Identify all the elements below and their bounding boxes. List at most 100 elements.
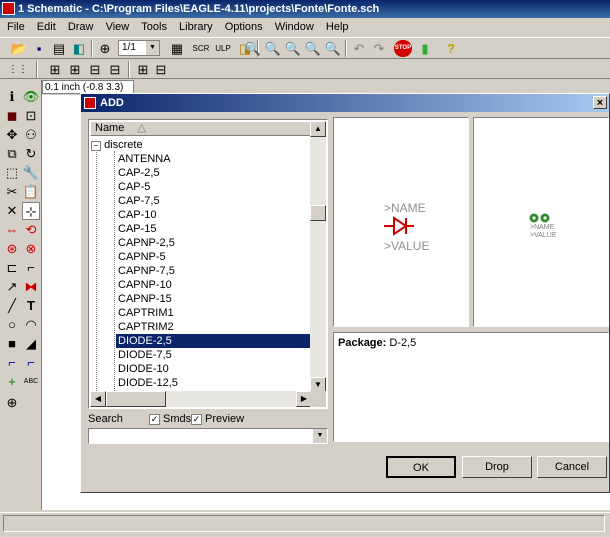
library-tree[interactable]: Name △ − discrete ANTENNA CAP-2,5 CAP-5 … xyxy=(88,119,328,409)
miter-icon[interactable]: ↗ xyxy=(3,278,21,296)
polygon-icon[interactable]: ◢ xyxy=(22,335,40,353)
menu-draw[interactable]: Draw xyxy=(68,21,94,33)
gateswap-icon[interactable]: ⊛ xyxy=(3,240,21,258)
pinswap-icon[interactable]: ⇔ xyxy=(3,221,21,239)
wire-icon[interactable]: ╱ xyxy=(3,297,21,315)
tree-item[interactable]: ANTENNA xyxy=(118,152,171,166)
board-icon[interactable]: ▦ xyxy=(168,40,186,57)
name-icon[interactable]: ⊗ xyxy=(22,240,40,258)
bus-icon[interactable]: ⌐ xyxy=(3,354,21,372)
tree-item[interactable]: DIODE-12,5 xyxy=(118,376,178,390)
mark-icon[interactable]: ⊡ xyxy=(22,107,40,125)
tree-item[interactable]: DIODE-7,5 xyxy=(118,348,172,362)
preview-checkbox[interactable]: ✓ xyxy=(191,414,202,425)
sheet-icon[interactable]: ⊕ xyxy=(96,40,114,57)
chevron-down-icon[interactable]: ▼ xyxy=(313,429,327,443)
hscroll-thumb[interactable] xyxy=(106,391,166,407)
tree-column-header[interactable]: Name △ xyxy=(90,121,312,136)
menu-view[interactable]: View xyxy=(106,21,130,33)
info-icon[interactable]: ℹ xyxy=(3,88,21,106)
go-icon[interactable]: ▮ xyxy=(416,40,434,57)
value-icon[interactable]: ⊏ xyxy=(3,259,21,277)
menu-tools[interactable]: Tools xyxy=(141,21,167,33)
tree-item[interactable]: CAP-5 xyxy=(118,180,150,194)
ulp-icon[interactable]: ULP xyxy=(214,40,232,57)
junction-icon[interactable]: + xyxy=(3,373,21,391)
mirror-icon[interactable]: ⧉ xyxy=(3,145,21,163)
display-icon[interactable]: ◼ xyxy=(3,107,21,125)
delete-icon[interactable]: ✕ xyxy=(3,202,21,220)
arc-icon[interactable]: ◠ xyxy=(22,316,40,334)
layer-display-icon[interactable]: ⊞ xyxy=(46,61,64,78)
tree-item[interactable]: CAPNP-7,5 xyxy=(118,264,175,278)
tree-item[interactable]: CAPNP-2,5 xyxy=(118,236,175,250)
sheet-select[interactable]: 1/1 ▼ xyxy=(118,40,160,56)
text-icon[interactable]: T xyxy=(22,297,40,315)
tree-item[interactable]: CAP-10 xyxy=(118,208,157,222)
layer-both-icon[interactable]: ⊟ xyxy=(106,61,124,78)
grid-on-icon[interactable]: ⊞ xyxy=(134,61,152,78)
chevron-down-icon[interactable]: ▼ xyxy=(146,41,159,55)
change-icon[interactable]: 🔧 xyxy=(22,164,40,182)
close-icon[interactable]: × xyxy=(593,96,607,109)
zoom-in-icon[interactable]: 🔍 xyxy=(264,40,282,57)
save-icon[interactable]: ▪ xyxy=(30,40,48,57)
add-icon[interactable]: ⊹ xyxy=(22,202,40,220)
cut-icon[interactable]: ✂ xyxy=(3,183,21,201)
scroll-left-icon[interactable]: ◀ xyxy=(90,391,106,407)
grid-off-icon[interactable]: ⊟ xyxy=(152,61,170,78)
layer-bottom-icon[interactable]: ⊟ xyxy=(86,61,104,78)
tree-item[interactable]: CAPNP-10 xyxy=(118,278,172,292)
scroll-up-icon[interactable]: ▲ xyxy=(310,121,326,137)
redo-icon[interactable]: ↷ xyxy=(370,40,388,57)
menu-options[interactable]: Options xyxy=(225,21,263,33)
menu-help[interactable]: Help xyxy=(326,21,349,33)
tree-root[interactable]: − discrete xyxy=(91,138,143,152)
menu-library[interactable]: Library xyxy=(179,21,213,33)
cam-processor-icon[interactable]: ◧ xyxy=(70,40,88,57)
tree-item[interactable]: CAPNP-15 xyxy=(118,292,172,306)
replace-icon[interactable]: ⟲ xyxy=(22,221,40,239)
print-icon[interactable]: ▤ xyxy=(50,40,68,57)
copy-icon[interactable]: ⚇ xyxy=(22,126,40,144)
help-icon[interactable]: ? xyxy=(442,40,460,57)
tree-item[interactable]: DIODE-10 xyxy=(118,362,169,376)
tree-horizontal-scrollbar[interactable]: ◀ ▶ xyxy=(90,391,312,407)
search-input[interactable]: ▼ xyxy=(88,428,328,444)
zoom-redraw-icon[interactable]: 🔍 xyxy=(304,40,322,57)
ok-button[interactable]: OK xyxy=(386,456,456,478)
cancel-button[interactable]: Cancel xyxy=(537,456,607,478)
tree-item-selected[interactable]: DIODE-2,5 xyxy=(116,334,310,348)
net-icon[interactable]: ⌐ xyxy=(22,354,40,372)
paste-icon[interactable]: 📋 xyxy=(22,183,40,201)
tree-item[interactable]: CAP-7,5 xyxy=(118,194,160,208)
label-icon[interactable]: ABC xyxy=(22,373,40,391)
erc-icon[interactable]: ⊕ xyxy=(3,394,21,412)
move-icon[interactable]: ✥ xyxy=(3,126,21,144)
layer-top-icon[interactable]: ⊞ xyxy=(66,61,84,78)
menu-file[interactable]: File xyxy=(7,21,25,33)
smash-icon[interactable]: ⌐ xyxy=(22,259,40,277)
split-icon[interactable]: ⧓ xyxy=(22,278,40,296)
rect-icon[interactable]: ■ xyxy=(3,335,21,353)
group-icon[interactable]: ⬚ xyxy=(3,164,21,182)
menu-edit[interactable]: Edit xyxy=(37,21,56,33)
open-folder-icon[interactable]: 📂 xyxy=(10,40,28,57)
circle-icon[interactable]: ○ xyxy=(3,316,21,334)
menu-window[interactable]: Window xyxy=(275,21,314,33)
tree-item[interactable]: CAPTRIM2 xyxy=(118,320,174,334)
smds-checkbox[interactable]: ✓ xyxy=(149,414,160,425)
tree-vertical-scrollbar[interactable]: ▲ ▼ xyxy=(310,121,326,393)
tree-item[interactable]: CAPTRIM1 xyxy=(118,306,174,320)
script-icon[interactable]: SCR xyxy=(192,40,210,57)
tree-item[interactable]: CAP-2,5 xyxy=(118,166,160,180)
undo-icon[interactable]: ↶ xyxy=(350,40,368,57)
zoom-out-icon[interactable]: 🔍 xyxy=(284,40,302,57)
collapse-icon[interactable]: − xyxy=(91,141,101,151)
stop-icon[interactable]: STOP xyxy=(394,40,412,57)
zoom-fit-icon[interactable]: 🔍 xyxy=(244,40,262,57)
zoom-select-icon[interactable]: 🔍 xyxy=(324,40,342,57)
tree-item[interactable]: CAPNP-5 xyxy=(118,250,166,264)
scroll-thumb[interactable] xyxy=(310,205,326,221)
show-icon[interactable]: 👁 xyxy=(22,88,40,106)
